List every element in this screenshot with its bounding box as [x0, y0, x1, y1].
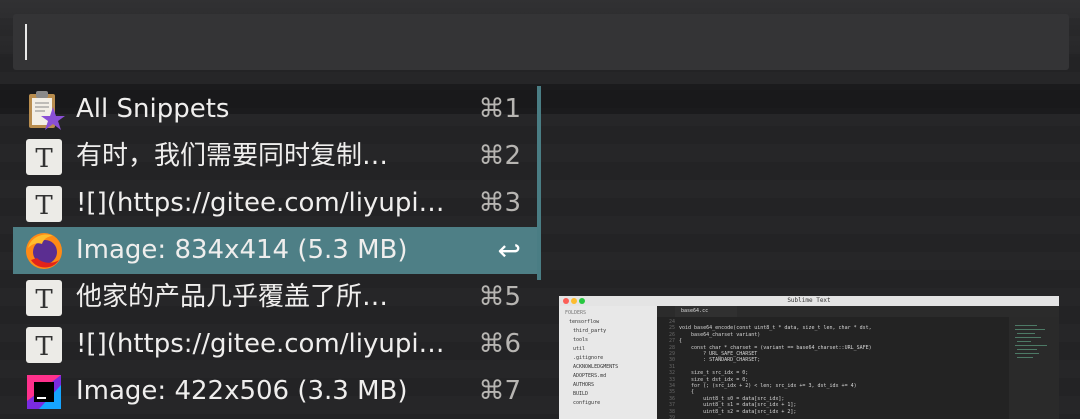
text-t-icon: T: [26, 280, 62, 316]
snippet-title: ![](https://gitee.com/liyupi…: [76, 188, 445, 218]
shortcut-label: ⌘2: [478, 141, 521, 171]
snippet-title: ![](https://gitee.com/liyupi…: [76, 329, 445, 359]
list-item[interactable]: T 他家的产品几乎覆盖了所… ⌘5: [13, 274, 537, 321]
svg-text:T: T: [35, 191, 53, 221]
preview-code-line: [679, 415, 989, 419]
preview-file-item: BUILD: [573, 391, 589, 397]
clipboard-star-icon: [29, 91, 65, 130]
preview-file-item: ACKNOWLEDGMENTS: [573, 364, 619, 370]
firefox-icon: [26, 233, 62, 269]
snippet-title: All Snippets: [76, 94, 230, 124]
text-cursor: [25, 24, 27, 60]
svg-text:T: T: [35, 144, 53, 174]
preview-file-item: .gitignore: [573, 355, 604, 361]
preview-code-lines: void base64_encode(const uint8_t * data,…: [679, 319, 989, 419]
svg-text:T: T: [35, 332, 53, 362]
shortcut-label: ⌘6: [478, 329, 521, 359]
list-item[interactable]: All Snippets ⌘1: [13, 86, 537, 133]
search-input[interactable]: [13, 14, 1069, 70]
snippet-title: 有时，我们需要同时复制…: [76, 141, 389, 171]
shortcut-label: ⌘5: [478, 282, 521, 312]
shortcut-label: ⌘3: [478, 188, 521, 218]
list-item-selected[interactable]: Image: 834x414 (5.3 MB) ↩: [13, 227, 537, 274]
list-item[interactable]: Image: 422x506 (3.3 MB) ⌘7: [13, 368, 537, 415]
preview-tab: base64.cc: [675, 306, 737, 317]
shortcut-label: ⌘7: [478, 376, 521, 406]
preview-minimap: [1009, 317, 1059, 419]
svg-text:T: T: [35, 285, 53, 315]
list-item[interactable]: T ![](https://gitee.com/liyupi… ⌘6: [13, 321, 537, 368]
preview-folder-item: util: [573, 346, 586, 352]
preview-sidebar-header: FOLDERS: [565, 310, 587, 316]
preview-window-title: Sublime Text: [787, 297, 831, 304]
text-t-icon: T: [26, 327, 62, 363]
snippet-title: Image: 422x506 (3.3 MB): [76, 376, 408, 406]
preview-folder-item: tensorflow: [569, 319, 600, 325]
shortcut-label: ⌘1: [478, 94, 521, 124]
snippet-title: Image: 834x414 (5.3 MB): [76, 235, 408, 265]
preview-line-numbers: 24 25 26 27 28 29 30 31 32 33 34 35 36 37 38 39: [657, 319, 675, 419]
preview-line-number: 39: [668, 415, 675, 419]
preview-file-item: configure: [573, 400, 601, 406]
text-t-icon: T: [26, 139, 62, 175]
preview-code-area: 24 25 26 27 28 29 30 31 32 33 34 35 36 37 38 39 void ba…: [657, 317, 1059, 419]
text-t-icon: T: [26, 186, 62, 222]
preview-tabbar: base64.cc: [657, 306, 1059, 317]
preview-folder-item: tools: [573, 337, 589, 343]
preview-titlebar: Sublime Text: [559, 296, 1059, 306]
return-icon: ↩: [497, 234, 521, 267]
preview-file-item: AUTHORS: [573, 382, 595, 388]
list-item[interactable]: T 有时，我们需要同时复制… ⌘2: [13, 133, 537, 180]
list-item[interactable]: T ![](https://gitee.com/liyupi… ⌘3: [13, 180, 537, 227]
snippet-list: All Snippets ⌘1 T 有时，我们需要同时复制… ⌘2 T ![](…: [13, 86, 537, 419]
preview-sidebar: FOLDERS tensorflow third_party tools uti…: [559, 306, 657, 419]
preview-file-item: ADOPTERS.md: [573, 373, 607, 379]
jetbrains-icon: [27, 375, 61, 409]
preview-folder-item: third_party: [573, 328, 607, 334]
snippet-title: 他家的产品几乎覆盖了所…: [76, 282, 389, 312]
scrollbar[interactable]: [537, 86, 541, 280]
image-preview: Sublime Text FOLDERS tensorflow third_pa…: [559, 296, 1059, 419]
